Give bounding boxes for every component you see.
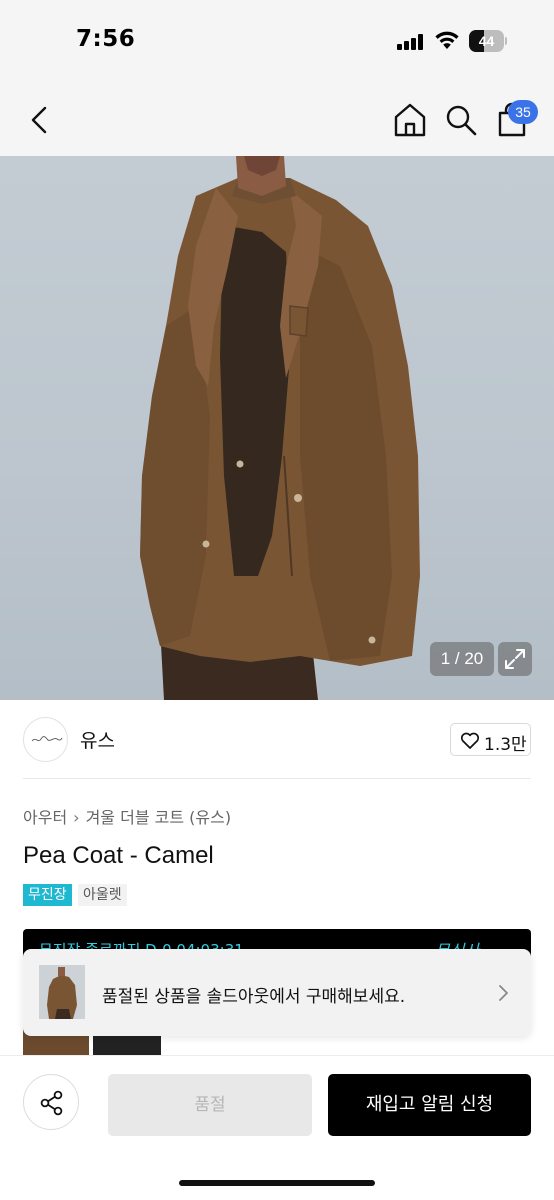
- divider: [23, 778, 531, 779]
- cart-count-badge: 35: [508, 100, 538, 124]
- chevron-right-icon: ›: [73, 808, 80, 827]
- nav-bar: [0, 84, 554, 156]
- brand-name[interactable]: 유스: [80, 726, 115, 753]
- search-icon[interactable]: [444, 102, 478, 138]
- cellular-signal-icon: [397, 34, 424, 50]
- product-photo: [140, 156, 420, 700]
- breadcrumb-item-category[interactable]: 아우터: [23, 804, 67, 828]
- home-indicator: [179, 1180, 375, 1186]
- back-icon[interactable]: [24, 102, 58, 138]
- battery-icon: 44: [469, 30, 507, 52]
- soldout-button: 품절: [108, 1074, 312, 1136]
- tag-outlet: 아울렛: [78, 884, 127, 906]
- like-button[interactable]: 1.3만: [450, 723, 531, 756]
- soldout-suggestion-text: 품절된 상품을 솔드아웃에서 구매해보세요.: [102, 987, 406, 1007]
- share-button[interactable]: [23, 1074, 79, 1130]
- product-image[interactable]: [0, 156, 554, 700]
- breadcrumb-item-subcategory[interactable]: 겨울 더블 코트 (유스): [86, 804, 232, 828]
- bottom-action-bar: 품절 재입고 알림 신청: [0, 1055, 554, 1200]
- soldout-suggestion-card[interactable]: 품절된 상품을 솔드아웃에서 구매해보세요.: [23, 949, 531, 1036]
- image-counter: 1 / 20: [430, 642, 494, 676]
- tag-mujinjang: 무진장: [23, 884, 72, 906]
- chevron-right-icon: [499, 985, 508, 1001]
- brand-signature-logo: [31, 736, 63, 742]
- brand-logo[interactable]: [23, 717, 68, 762]
- product-title: Pea Coat - Camel: [23, 842, 214, 869]
- status-bar: 7:56 44: [0, 0, 554, 84]
- home-icon[interactable]: [392, 102, 428, 138]
- status-time: 7:56: [76, 26, 136, 52]
- battery-level: 44: [478, 33, 495, 49]
- wifi-icon: [435, 31, 459, 49]
- restock-alert-button[interactable]: 재입고 알림 신청: [328, 1074, 531, 1136]
- expand-icon: [505, 649, 525, 669]
- heart-icon: [460, 732, 480, 749]
- brand-row: 유스 1.3만: [0, 700, 554, 780]
- soldout-product-thumbnail: [39, 965, 85, 1019]
- like-count: 1.3만: [484, 735, 527, 755]
- breadcrumb: 아우터 › 겨울 더블 코트 (유스): [23, 804, 231, 828]
- share-icon: [40, 1090, 63, 1116]
- expand-image-button[interactable]: [498, 642, 532, 676]
